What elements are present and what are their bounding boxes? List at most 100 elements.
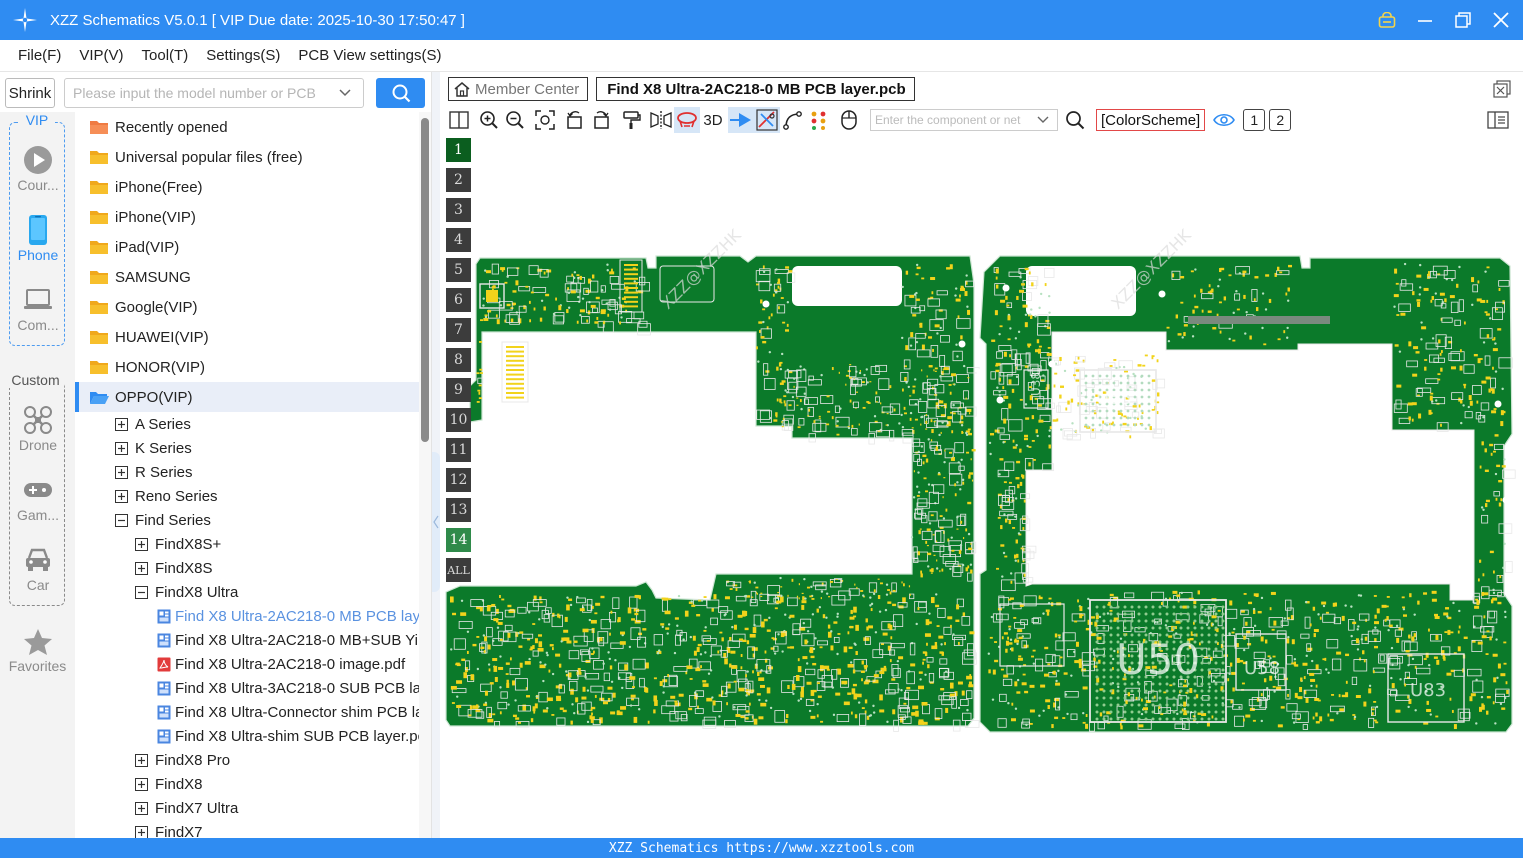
- rail-item-games[interactable]: Gam...: [10, 473, 66, 535]
- tree-item-series[interactable]: A Series: [75, 412, 191, 436]
- chevron-down-icon[interactable]: [1037, 116, 1049, 124]
- layer-button-13[interactable]: 13: [446, 498, 471, 522]
- tree-item-file[interactable]: Find X8 Ultra-2AC218-0 MB+SUB YiDian: [75, 628, 419, 652]
- layer-button-10[interactable]: 10: [446, 408, 471, 432]
- rail-item-drone[interactable]: Drone: [10, 403, 66, 465]
- tree-item-series[interactable]: Reno Series: [75, 484, 218, 508]
- tree-item-model[interactable]: FindX8 Ultra: [75, 580, 238, 604]
- collapse-icon[interactable]: [135, 585, 148, 599]
- menu-tool[interactable]: Tool(T): [132, 47, 197, 64]
- tree-item-model[interactable]: FindX7 Ultra: [75, 796, 238, 820]
- visibility-button[interactable]: [1211, 107, 1237, 133]
- rotate-left-button[interactable]: [562, 107, 588, 133]
- tree-item-folder[interactable]: SAMSUNG: [75, 262, 191, 292]
- expand-icon[interactable]: [135, 777, 148, 791]
- close-all-tabs-icon[interactable]: [1493, 80, 1511, 98]
- restore-button[interactable]: [1451, 8, 1475, 32]
- fit-view-button[interactable]: [532, 107, 558, 133]
- tree-scrollbar[interactable]: [419, 112, 431, 838]
- layer-button-9[interactable]: 9: [446, 378, 471, 402]
- menu-file[interactable]: File(F): [8, 47, 69, 64]
- layer-button-6[interactable]: 6: [446, 288, 471, 312]
- rail-item-computer[interactable]: Com...: [10, 283, 66, 345]
- expand-icon[interactable]: [135, 561, 148, 575]
- layer-button-all[interactable]: ALL: [446, 558, 471, 582]
- mouse-mode-button[interactable]: [836, 107, 862, 133]
- layer-button-12[interactable]: 12: [446, 468, 471, 492]
- expand-icon[interactable]: [135, 537, 148, 551]
- tree-item-model[interactable]: FindX8 Pro: [75, 748, 230, 772]
- layer-button-7[interactable]: 7: [446, 318, 471, 342]
- format-painter-button[interactable]: [618, 107, 644, 133]
- close-button[interactable]: [1489, 8, 1513, 32]
- expand-icon[interactable]: [135, 825, 148, 838]
- layer-button-5[interactable]: 5: [446, 258, 471, 282]
- tree-item-model[interactable]: FindX7: [75, 820, 203, 838]
- 3d-view-button[interactable]: 3D: [700, 107, 726, 133]
- expand-icon[interactable]: [115, 441, 128, 455]
- tree-item-model[interactable]: FindX8S+: [75, 532, 221, 556]
- expand-icon[interactable]: [115, 417, 128, 431]
- tree-item-file[interactable]: Find X8 Ultra-Connector shim PCB layer.p…: [75, 700, 419, 724]
- expand-icon[interactable]: [115, 489, 128, 503]
- tree-item-folder[interactable]: Google(VIP): [75, 292, 198, 322]
- panel-splitter[interactable]: [431, 72, 440, 838]
- minimize-button[interactable]: [1413, 8, 1437, 32]
- rail-item-courses[interactable]: Cour...: [10, 143, 66, 205]
- shrink-button[interactable]: Shrink: [5, 78, 55, 108]
- page-1-button[interactable]: 1: [1243, 109, 1266, 131]
- tree-item-folder[interactable]: OPPO(VIP): [75, 382, 419, 412]
- layer-button-3[interactable]: 3: [446, 198, 471, 222]
- component-search-input[interactable]: [871, 113, 1037, 127]
- rail-item-phone[interactable]: Phone: [10, 213, 66, 275]
- pcb-canvas[interactable]: U55 U38 U50 U58 U83 XZZ@XZZHK XZZ@XZZHK: [440, 134, 1523, 838]
- search-button[interactable]: [376, 78, 425, 108]
- color-scheme-button[interactable]: [ColorScheme]: [1096, 109, 1206, 131]
- tree-item-model[interactable]: FindX8S: [75, 556, 213, 580]
- page-2-button[interactable]: 2: [1269, 109, 1292, 131]
- split-view-button[interactable]: [446, 107, 472, 133]
- layer-button-4[interactable]: 4: [446, 228, 471, 252]
- chevron-down-icon[interactable]: [335, 89, 355, 97]
- menu-vip[interactable]: VIP(V): [69, 47, 131, 64]
- tree-item-folder[interactable]: iPad(VIP): [75, 232, 179, 262]
- tree-item-folder[interactable]: HUAWEI(VIP): [75, 322, 209, 352]
- zoom-out-button[interactable]: [502, 107, 528, 133]
- tree-item-file[interactable]: Find X8 Ultra-2AC218-0 image.pdf: [75, 652, 405, 676]
- tab-member-center[interactable]: Member Center: [448, 77, 589, 101]
- menu-settings[interactable]: Settings(S): [196, 47, 288, 64]
- expand-icon[interactable]: [135, 801, 148, 815]
- side-panel-toggle[interactable]: [1485, 107, 1511, 133]
- tree-item-file[interactable]: Find X8 Ultra-3AC218-0 SUB PCB layer.pcb: [75, 676, 419, 700]
- tab-active-pcb[interactable]: Find X8 Ultra-2AC218-0 MB PCB layer.pcb: [596, 77, 915, 101]
- rotate-right-button[interactable]: [588, 107, 614, 133]
- zoom-in-button[interactable]: [476, 107, 502, 133]
- net-highlight-button[interactable]: [754, 107, 780, 133]
- layer-button-2[interactable]: 2: [446, 168, 471, 192]
- layer-button-1[interactable]: 1: [446, 138, 471, 162]
- trace-button[interactable]: [780, 107, 806, 133]
- pads-button[interactable]: [806, 107, 832, 133]
- tree-item-series[interactable]: R Series: [75, 460, 193, 484]
- tree-item-folder[interactable]: iPhone(VIP): [75, 202, 196, 232]
- mirror-button[interactable]: [648, 107, 674, 133]
- tree-item-folder[interactable]: iPhone(Free): [75, 172, 203, 202]
- tree-item-folder[interactable]: Universal popular files (free): [75, 142, 303, 172]
- model-search-input[interactable]: [73, 85, 335, 101]
- menu-pcb-view-settings[interactable]: PCB View settings(S): [288, 47, 449, 64]
- tree-item-series[interactable]: Find Series: [75, 508, 211, 532]
- collapse-icon[interactable]: [115, 513, 128, 527]
- rail-item-car[interactable]: Car: [10, 543, 66, 605]
- expand-icon[interactable]: [135, 753, 148, 767]
- tree-item-folder[interactable]: Recently opened: [75, 112, 228, 142]
- tree-item-file[interactable]: Find X8 Ultra-2AC218-0 MB PCB layer.pcb: [75, 604, 419, 628]
- expand-icon[interactable]: [115, 465, 128, 479]
- favorites-item[interactable]: Favorites: [0, 628, 75, 674]
- layer-button-11[interactable]: 11: [446, 438, 471, 462]
- tree-item-folder[interactable]: HONOR(VIP): [75, 352, 205, 382]
- tree-item-model[interactable]: FindX8: [75, 772, 203, 796]
- component-search-button[interactable]: [1062, 107, 1088, 133]
- layer-button-14[interactable]: 14: [446, 528, 471, 552]
- tree-item-series[interactable]: K Series: [75, 436, 192, 460]
- layer-button-8[interactable]: 8: [446, 348, 471, 372]
